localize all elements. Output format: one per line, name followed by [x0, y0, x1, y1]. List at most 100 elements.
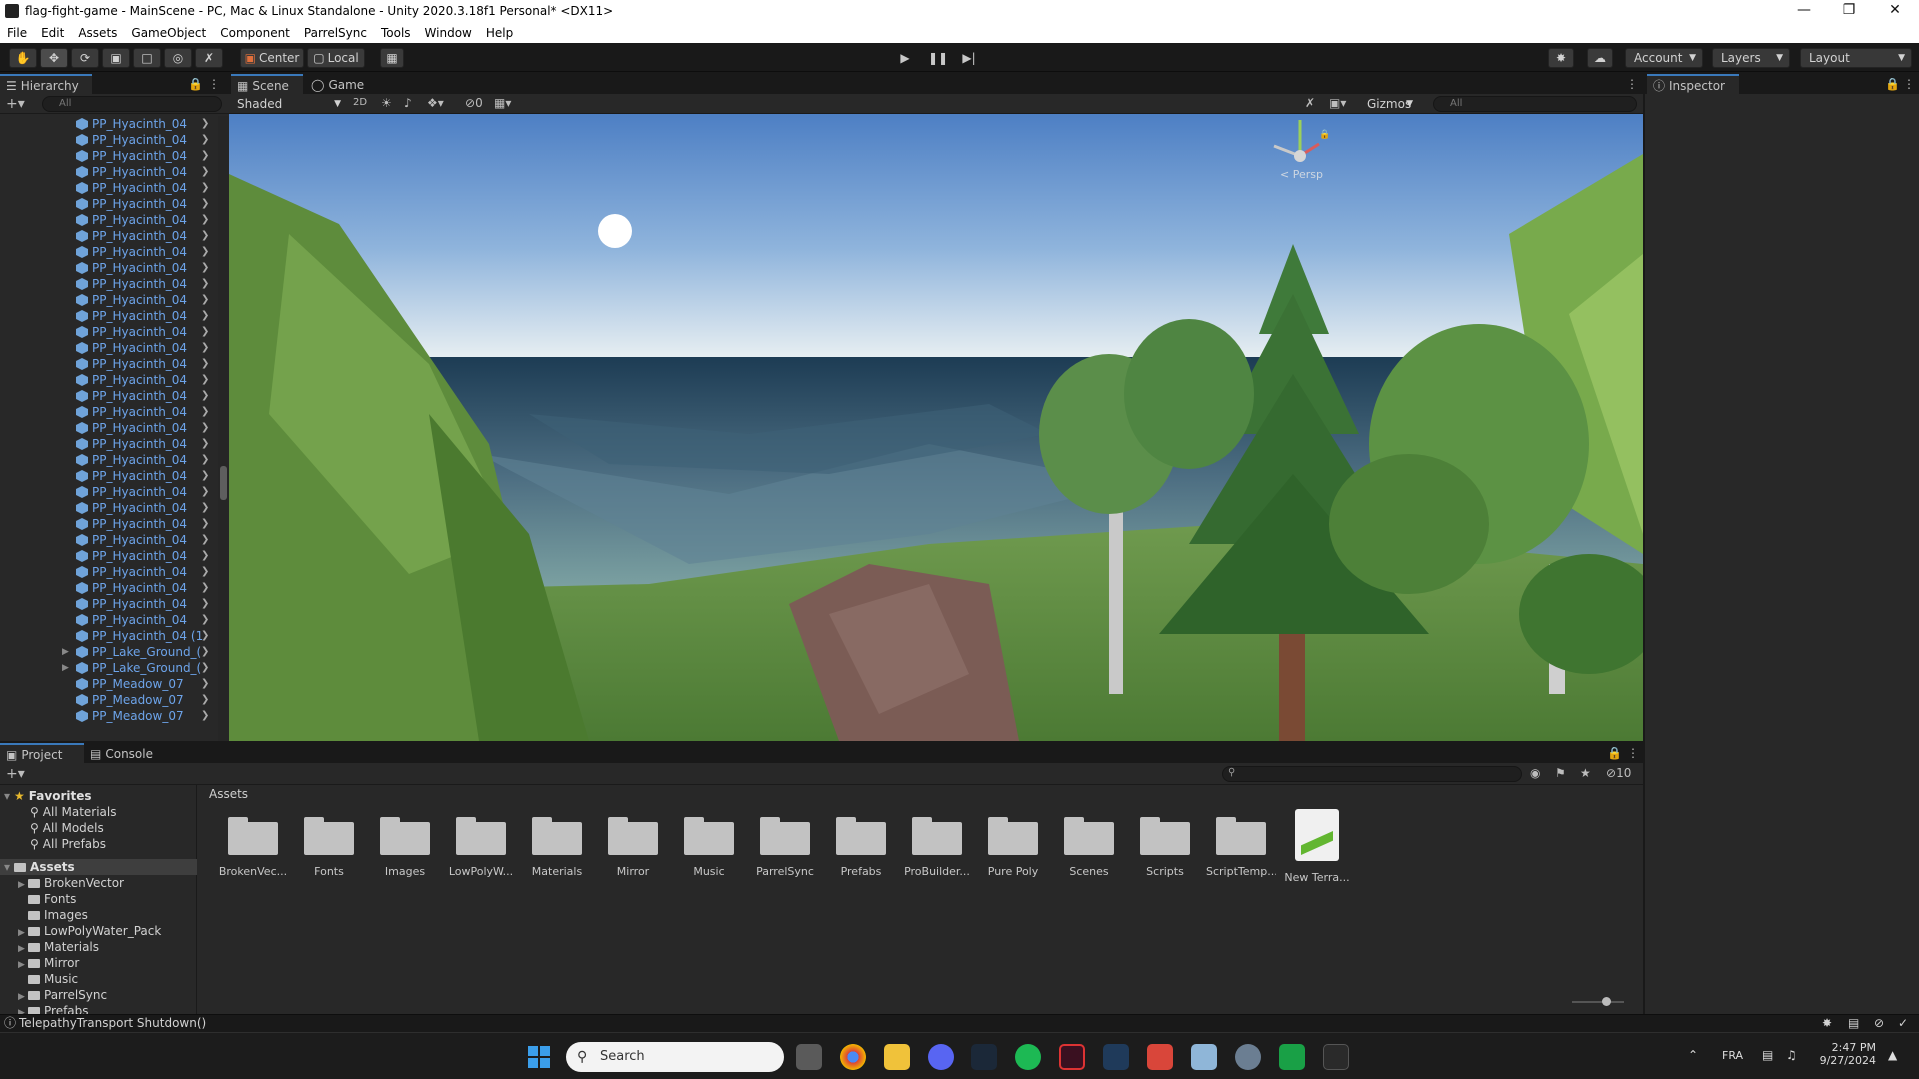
chevron-right-icon[interactable]: ❯	[201, 548, 209, 564]
chevron-right-icon[interactable]: ❯	[201, 564, 209, 580]
hierarchy-item[interactable]: PP_Hyacinth_04 ❯	[0, 516, 218, 532]
hidden-objects-toggle[interactable]: ⊘0	[465, 96, 483, 110]
pivot-center-button[interactable]: ▣ Center	[240, 48, 304, 68]
chrome-icon[interactable]	[840, 1044, 866, 1070]
2d-toggle[interactable]: 2D	[353, 97, 367, 108]
menu-component[interactable]: Component	[213, 26, 297, 40]
hidden-packages-toggle[interactable]: ⊘10	[1606, 766, 1631, 780]
hand-tool-icon[interactable]: ✋	[9, 48, 37, 68]
hierarchy-item[interactable]: PP_Hyacinth_04 ❯	[0, 276, 218, 292]
chevron-right-icon[interactable]: ❯	[201, 324, 209, 340]
language-indicator[interactable]: FRA	[1722, 1049, 1743, 1062]
chevron-right-icon[interactable]: ❯	[201, 404, 209, 420]
league-icon[interactable]	[1103, 1044, 1129, 1070]
asset-folder[interactable]: Fonts	[294, 805, 364, 878]
hierarchy-item[interactable]: PP_Hyacinth_04 ❯	[0, 164, 218, 180]
persp-label[interactable]: < Persp	[1280, 168, 1323, 181]
hierarchy-item[interactable]: PP_Hyacinth_04 ❯	[0, 292, 218, 308]
chevron-right-icon[interactable]: ❯	[201, 388, 209, 404]
gizmos-dropdown[interactable]: Gizmos ▼	[1359, 95, 1419, 113]
menu-help[interactable]: Help	[479, 26, 520, 40]
step-button[interactable]: ▶|	[956, 48, 982, 68]
asset-folder[interactable]: LowPolyW...	[446, 805, 516, 878]
hierarchy-item[interactable]: PP_Hyacinth_04 ❯	[0, 372, 218, 388]
hierarchy-item[interactable]: PP_Hyacinth_04 ❯	[0, 180, 218, 196]
pivot-local-button[interactable]: ▢ Local	[307, 48, 365, 68]
lock-icon[interactable]: 🔒	[188, 77, 203, 91]
asset-folder[interactable]: Scripts	[1130, 805, 1200, 878]
lock-icon[interactable]: 🔒	[1885, 77, 1900, 91]
transform-tool-icon[interactable]: ◎	[164, 48, 192, 68]
photos-icon[interactable]	[1191, 1044, 1217, 1070]
grid-snap-icon[interactable]: ▦	[380, 48, 404, 68]
shading-mode-dropdown[interactable]: Shaded ▼	[229, 95, 347, 113]
chevron-right-icon[interactable]: ❯	[201, 708, 209, 724]
asset-folder[interactable]: ScriptTemp...	[1206, 805, 1276, 878]
kebab-menu-icon[interactable]: ⋮	[1903, 77, 1915, 91]
menu-tools[interactable]: Tools	[374, 26, 418, 40]
discord-icon[interactable]	[928, 1044, 954, 1070]
hierarchy-item[interactable]: PP_Hyacinth_04 ❯	[0, 324, 218, 340]
chevron-right-icon[interactable]: ❯	[201, 420, 209, 436]
menu-edit[interactable]: Edit	[34, 26, 71, 40]
chevron-right-icon[interactable]: ❯	[201, 484, 209, 500]
hierarchy-item[interactable]: PP_Hyacinth_04 ❯	[0, 308, 218, 324]
hierarchy-item[interactable]: PP_Hyacinth_04 ❯	[0, 564, 218, 580]
project-folder-item[interactable]: ▶ BrokenVector	[0, 875, 197, 891]
menu-file[interactable]: File	[0, 26, 34, 40]
chevron-right-icon[interactable]: ❯	[201, 260, 209, 276]
windows-start-icon[interactable]	[528, 1046, 550, 1068]
hierarchy-item[interactable]: PP_Hyacinth_04 ❯	[0, 468, 218, 484]
asset-folder[interactable]: Mirror	[598, 805, 668, 878]
collab-icon[interactable]: ✸	[1548, 48, 1574, 68]
valorant-icon[interactable]	[1059, 1044, 1085, 1070]
chevron-right-icon[interactable]: ❯	[201, 436, 209, 452]
menu-window[interactable]: Window	[418, 26, 479, 40]
account-dropdown[interactable]: Account ▼	[1625, 48, 1703, 68]
asset-folder[interactable]: Prefabs	[826, 805, 896, 878]
chevron-right-icon[interactable]: ❯	[201, 500, 209, 516]
chevron-right-icon[interactable]: ❯	[201, 148, 209, 164]
assets-root[interactable]: ▾ Assets	[0, 859, 197, 875]
slider-handle[interactable]	[1602, 997, 1611, 1006]
taskbar-search-input[interactable]: ⚲ Search	[566, 1042, 784, 1072]
layout-dropdown[interactable]: Layout ▼	[1800, 48, 1912, 68]
grid-toggle-icon[interactable]: ▦▾	[494, 96, 511, 110]
hierarchy-search-input[interactable]: All	[42, 96, 222, 112]
hierarchy-item[interactable]: PP_Hyacinth_04 ❯	[0, 436, 218, 452]
filter-label-icon[interactable]: ⚑	[1555, 766, 1566, 780]
asset-folder[interactable]: BrokenVec...	[218, 805, 288, 878]
chevron-right-icon[interactable]: ❯	[201, 516, 209, 532]
hierarchy-scrollbar[interactable]	[218, 116, 229, 741]
task-view-icon[interactable]	[796, 1044, 822, 1070]
hierarchy-item[interactable]: PP_Meadow_07 ❯	[0, 692, 218, 708]
project-folder-item[interactable]: ▶ LowPolyWater_Pack	[0, 923, 197, 939]
package-app-icon[interactable]	[1147, 1044, 1173, 1070]
chevron-right-icon[interactable]: ❯	[201, 356, 209, 372]
chevron-right-icon[interactable]: ❯	[201, 372, 209, 388]
volume-icon[interactable]: ♫	[1786, 1048, 1797, 1062]
hierarchy-item[interactable]: PP_Meadow_07 ❯	[0, 676, 218, 692]
chevron-right-icon[interactable]: ❯	[201, 308, 209, 324]
hierarchy-item[interactable]: PP_Hyacinth_04 ❯	[0, 612, 218, 628]
settings-gear-icon[interactable]	[1235, 1044, 1261, 1070]
chevron-right-icon[interactable]: ❯	[201, 212, 209, 228]
hierarchy-item[interactable]: PP_Hyacinth_04 ❯	[0, 340, 218, 356]
asset-folder[interactable]: Scenes	[1054, 805, 1124, 878]
breadcrumb[interactable]: Assets	[209, 787, 248, 801]
network-icon[interactable]: ▤	[1762, 1048, 1773, 1062]
terrain-asset[interactable]: New Terra...	[1282, 805, 1352, 884]
chevron-right-icon[interactable]: ❯	[201, 180, 209, 196]
chevron-right-icon[interactable]: ❯	[201, 292, 209, 308]
menu-gameobject[interactable]: GameObject	[124, 26, 213, 40]
kebab-menu-icon[interactable]: ⋮	[1627, 746, 1639, 760]
chevron-right-icon[interactable]: ❯	[201, 132, 209, 148]
minimize-icon[interactable]: —	[1781, 0, 1827, 22]
hierarchy-item[interactable]: PP_Hyacinth_04 ❯	[0, 484, 218, 500]
scene-viewport[interactable]: < Persp 🔒	[229, 114, 1643, 741]
hierarchy-item[interactable]: PP_Hyacinth_04 ❯	[0, 596, 218, 612]
stack-icon[interactable]: ▤	[1848, 1015, 1859, 1032]
scene-search-input[interactable]: All	[1433, 96, 1637, 112]
asset-folder[interactable]: Images	[370, 805, 440, 878]
hierarchy-item[interactable]: PP_Hyacinth_04 ❯	[0, 356, 218, 372]
